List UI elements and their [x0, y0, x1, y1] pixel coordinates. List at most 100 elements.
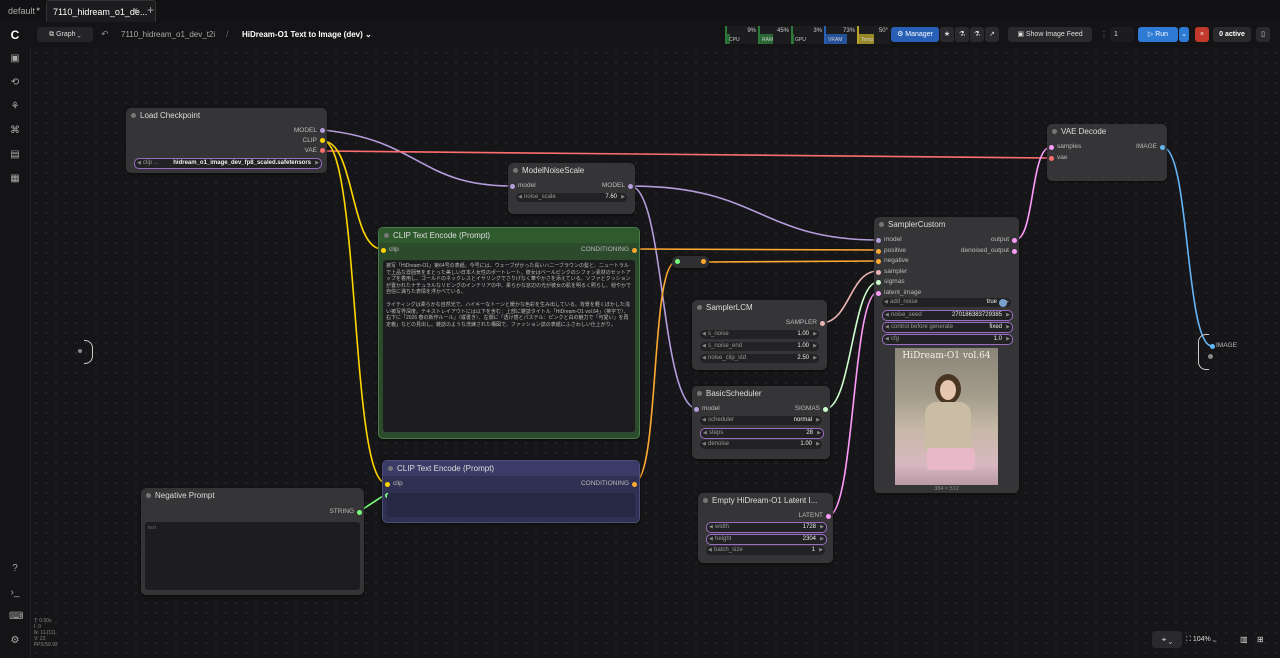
node-title: CLIP Text Encode (Prompt) [383, 461, 639, 476]
image-reroute-label: IMAGE [1216, 342, 1237, 349]
wire-clip-1 [322, 140, 383, 250]
wire-latent [828, 291, 879, 517]
reroute-slot-out[interactable] [701, 259, 706, 264]
slot-positive-in[interactable] [876, 248, 881, 254]
minimap-icon[interactable]: ▥ [1240, 631, 1252, 648]
slot-clip[interactable] [320, 138, 325, 143]
node-basic-scheduler[interactable]: BasicScheduler model SIGMAS scheduler nor… [692, 386, 830, 459]
widget-value: 1728 [802, 524, 816, 530]
slot-clip-in[interactable] [385, 482, 390, 487]
widget-value: 2.50 [797, 355, 809, 361]
slot-vae-in[interactable] [1049, 156, 1054, 161]
control-before-generate-combo[interactable]: control before generate fixed [882, 322, 1013, 333]
widget-value: hidream_o1_image_dev_fp8_scaled.safetens… [173, 160, 311, 166]
noise-scale-widget[interactable]: noise_scale 7.60 [516, 193, 627, 202]
negative-textarea[interactable]: text [145, 522, 360, 590]
zoom-control[interactable]: ⛶ 104% ⌄ [1186, 631, 1236, 648]
slot-model[interactable] [320, 128, 325, 133]
node-clip-text-encode-negative[interactable]: CLIP Text Encode (Prompt) clip CONDITION… [382, 460, 640, 523]
slot-latent_image-in[interactable] [876, 290, 881, 296]
slot-string-out[interactable] [357, 510, 362, 515]
wire-negative-2 [705, 260, 879, 263]
node-reroute[interactable] [672, 256, 709, 268]
slot-vae[interactable] [320, 148, 325, 153]
steps-widget[interactable]: steps 28 [700, 428, 824, 439]
slot-denoised-output[interactable] [1012, 249, 1017, 254]
node-model-noise-scale[interactable]: ModelNoiseScale model MODEL noise_scale … [508, 163, 635, 214]
widget-label: noise_seed [891, 312, 922, 318]
node-sampler-lcm[interactable]: SamplerLCM SAMPLER s_noise 1.00 s_noise_e… [692, 300, 827, 370]
width-widget[interactable]: width 1728 [706, 522, 827, 533]
wire-model-1 [322, 129, 513, 187]
link-visibility-icon[interactable]: ⊞ [1257, 631, 1269, 648]
node-load-checkpoint[interactable]: Load Checkpoint MODEL CLIP VAE clip ... … [126, 108, 327, 173]
node-title: ModelNoiseScale [508, 163, 635, 178]
slot-conditioning-out[interactable] [632, 248, 637, 253]
noise-seed-widget[interactable]: noise_seed 270186383729385 [882, 310, 1013, 321]
input-positive: positive [884, 246, 907, 254]
slot-sigmas-in[interactable] [876, 280, 881, 285]
slot-model-in[interactable] [876, 238, 881, 243]
widget-label: s_noise_end [708, 343, 743, 349]
widget-value: 1.0 [993, 336, 1002, 342]
widget-value: 2304 [802, 536, 816, 542]
cfg-widget[interactable]: cfg 1.0 [882, 334, 1013, 345]
widget-value: 1.00 [797, 343, 809, 349]
input-model: model [702, 405, 720, 412]
slot-model-in[interactable] [694, 407, 699, 412]
widget-label: noise_scale [524, 194, 556, 200]
input-negative: negative [884, 257, 909, 264]
preview-figure-skirt [927, 448, 975, 470]
input-model: model [884, 236, 902, 243]
batch-size-widget[interactable]: batch_size 1 [706, 546, 825, 555]
group-reroute-dot[interactable] [78, 349, 82, 353]
node-empty-latent[interactable]: Empty HiDream-O1 Latent I... LATENT widt… [698, 493, 833, 563]
widget-value: fixed [989, 324, 1002, 330]
slot-latent-out[interactable] [826, 514, 831, 519]
prompt-textarea[interactable] [387, 493, 635, 517]
slot-image-reroute[interactable] [1210, 344, 1215, 349]
slot-model-in[interactable] [510, 184, 515, 189]
height-widget[interactable]: height 2304 [706, 534, 827, 545]
node-title: VAE Decode [1047, 124, 1167, 139]
preview-image[interactable]: HiDream-O1 vol.64 [895, 348, 998, 485]
preview-figure-face [940, 380, 956, 400]
ckpt-name-combo[interactable]: clip ... hidream_o1_image_dev_fp8_scaled… [134, 158, 322, 169]
widget-value: 1.00 [797, 331, 809, 337]
noise-clip-std-widget[interactable]: noise_clip_std 2.50 [700, 354, 819, 363]
s-noise-widget[interactable]: s_noise 1.00 [700, 330, 819, 339]
slot-image-reroute-extra[interactable] [1208, 354, 1213, 359]
reroute-slot-in[interactable] [675, 259, 680, 264]
slot-image-out[interactable] [1160, 145, 1165, 150]
add-noise-toggle[interactable]: add_noise true [882, 298, 1011, 307]
node-title: SamplerLCM [692, 300, 827, 315]
widget-value: 7.60 [605, 194, 617, 200]
output-latent: LATENT [798, 512, 823, 519]
slot-sampler-in[interactable] [876, 269, 881, 275]
node-sampler-custom[interactable]: SamplerCustom model positive negative sampl… [874, 217, 1019, 493]
render-stat-line: FPS:59.92 [34, 642, 58, 648]
node-negative-prompt[interactable]: Negative Prompt STRING text [141, 488, 364, 595]
group-reroute-bracket[interactable] [84, 340, 93, 364]
output-model: MODEL [293, 127, 317, 134]
prompt-textarea[interactable]: 被写「HiDream-O1」第64号の表紙。今号には、ウェーブがかった長いハニー… [383, 260, 635, 432]
slot-sampler-out[interactable] [820, 321, 825, 326]
image-reroute-bracket[interactable] [1198, 334, 1209, 370]
slot-negative-in[interactable] [876, 259, 881, 264]
slot-clip-in[interactable] [381, 248, 386, 253]
slot-sigmas-out[interactable] [823, 407, 828, 412]
denoise-widget[interactable]: denoise 1.00 [700, 440, 822, 449]
widget-label: scheduler [708, 417, 735, 423]
node-clip-text-encode-positive[interactable]: CLIP Text Encode (Prompt) clip CONDITION… [378, 227, 640, 439]
output-output: output [990, 236, 1009, 243]
slot-model-out[interactable] [628, 184, 633, 189]
select-mode-icon[interactable]: ⌖ ⌄ [1152, 631, 1182, 648]
s-noise-end-widget[interactable]: s_noise_end 1.00 [700, 342, 819, 351]
slot-output[interactable] [1012, 238, 1017, 243]
node-vae-decode[interactable]: VAE Decode samples vae IMAGE [1047, 124, 1167, 181]
slot-conditioning-out[interactable] [632, 482, 637, 487]
slot-samples-in[interactable] [1049, 145, 1054, 150]
widget-label: height [715, 536, 732, 542]
wire-clip-2 [322, 140, 387, 484]
scheduler-combo[interactable]: scheduler normal [700, 416, 822, 425]
